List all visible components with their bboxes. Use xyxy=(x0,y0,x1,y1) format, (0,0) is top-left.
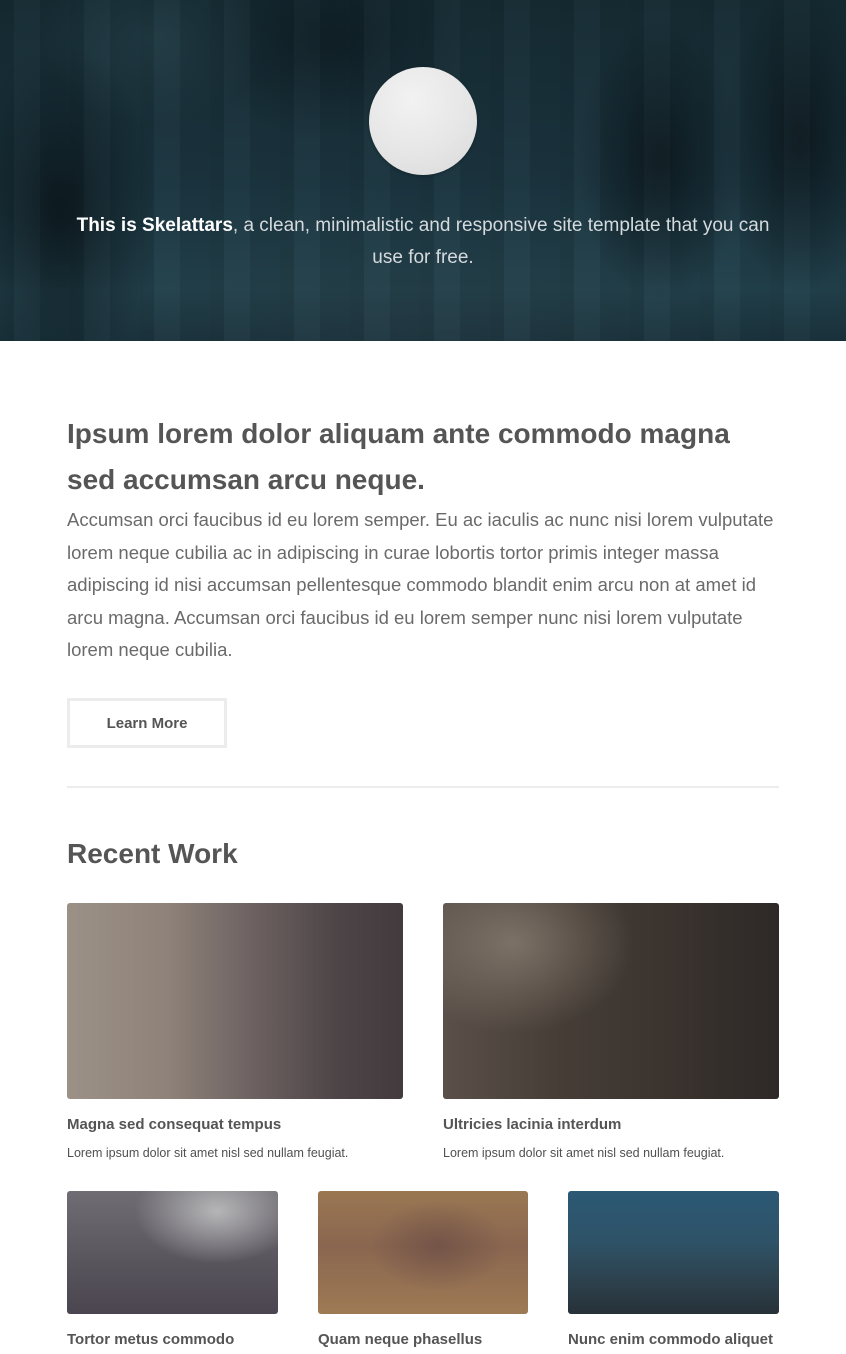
work-card[interactable]: Magna sed consequat tempus Lorem ipsum d… xyxy=(67,903,403,1161)
work-thumbnail[interactable] xyxy=(568,1191,779,1314)
intro-paragraph: Accumsan orci faucibus id eu lorem sempe… xyxy=(67,509,774,660)
work-card[interactable]: Tortor metus commodo xyxy=(67,1191,278,1349)
work-card[interactable]: Ultricies lacinia interdum Lorem ipsum d… xyxy=(443,903,779,1161)
work-title: Tortor metus commodo xyxy=(67,1331,235,1348)
section-divider xyxy=(67,786,779,788)
work-thumbnail[interactable] xyxy=(67,1191,278,1314)
site-name: This is Skelattars xyxy=(76,215,233,236)
hero-tagline-text: , a clean, minimalistic and responsive s… xyxy=(232,215,770,268)
work-description: Lorem ipsum dolor sit amet nisl sed null… xyxy=(443,1146,725,1160)
work-thumbnail[interactable] xyxy=(443,903,779,1099)
work-thumbnail[interactable] xyxy=(67,903,403,1099)
work-title: Nunc enim commodo aliquet xyxy=(568,1331,774,1348)
intro-headline: Ipsum lorem dolor aliquam ante commodo m… xyxy=(67,418,730,495)
work-title: Ultricies lacinia interdum xyxy=(443,1116,622,1133)
work-card[interactable]: Quam neque phasellus xyxy=(318,1191,528,1349)
work-title: Quam neque phasellus xyxy=(318,1331,483,1348)
recent-work-title: Recent Work xyxy=(67,838,238,869)
work-thumbnail[interactable] xyxy=(318,1191,528,1314)
work-description: Lorem ipsum dolor sit amet nisl sed null… xyxy=(67,1146,349,1160)
work-card[interactable]: Nunc enim commodo aliquet xyxy=(568,1191,779,1349)
hero-tagline: This is Skelattars, a clean, minimalisti… xyxy=(60,210,786,274)
hero-banner: This is Skelattars, a clean, minimalisti… xyxy=(0,0,846,341)
avatar xyxy=(369,67,477,175)
work-title: Magna sed consequat tempus xyxy=(67,1116,282,1133)
learn-more-button[interactable]: Learn More xyxy=(67,698,227,748)
